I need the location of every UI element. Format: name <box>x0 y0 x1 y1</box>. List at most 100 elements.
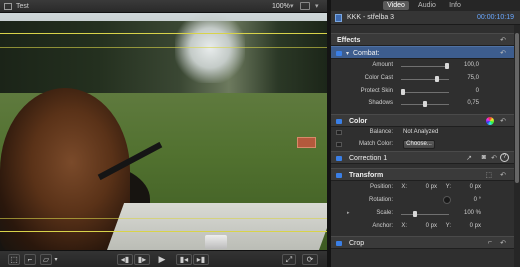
reset-icon[interactable]: ↶ <box>500 117 506 125</box>
fullscreen-view-button[interactable]: ⤢ <box>282 254 296 265</box>
tab-audio[interactable]: Audio <box>414 1 440 10</box>
crop-label: Crop <box>349 240 365 247</box>
protect-skin-value[interactable]: 0 <box>453 88 479 94</box>
balance-row: Balance: Not Analyzed <box>331 127 514 139</box>
target-marker <box>297 137 316 148</box>
balance-label: Balance: <box>369 129 393 135</box>
effect-enable-checkbox[interactable] <box>336 51 342 56</box>
position-y-label: Y: <box>445 184 451 190</box>
video-canvas[interactable] <box>0 13 327 250</box>
anchor-y-value[interactable]: 0 px <box>455 223 481 229</box>
viewer-toolbar: Test 100% ▾ ▾ <box>0 0 327 13</box>
chevron-down-icon[interactable]: ▾ <box>315 2 319 10</box>
inspector-footer <box>331 250 514 267</box>
previous-frame-button[interactable]: ◂▮ <box>117 254 133 265</box>
go-to-start-button[interactable]: ▮◂ <box>176 254 192 265</box>
crop-tool-icon[interactable]: ⌐ <box>24 254 36 265</box>
tab-video[interactable]: Video <box>383 1 409 10</box>
help-icon[interactable]: ? <box>500 153 509 162</box>
anchor-x-value[interactable]: 0 px <box>411 223 437 229</box>
color-cast-value[interactable]: 75,0 <box>453 75 479 81</box>
slider-knob[interactable] <box>423 101 427 107</box>
color-label: Color <box>349 118 368 125</box>
video-jar <box>205 235 227 249</box>
title-safe-guide-top <box>0 47 327 48</box>
safe-zone-guide-bottom <box>0 231 327 232</box>
protect-skin-row: Protect Skin 0 <box>331 86 514 98</box>
inspector-tabs: Video Audio Info <box>331 0 520 11</box>
reset-icon[interactable]: ↶ <box>500 36 506 44</box>
color-board-arrow-icon[interactable]: ↗ <box>466 154 472 162</box>
disclosure-triangle-icon[interactable]: ▾ <box>346 50 349 57</box>
position-row: Position: X: 0 px Y: 0 px <box>331 182 514 194</box>
go-to-end-button[interactable]: ▸▮ <box>193 254 209 265</box>
scale-value[interactable]: 100 % <box>455 210 481 216</box>
rotation-dial[interactable] <box>443 196 451 204</box>
next-frame-button[interactable]: ▮▸ <box>134 254 150 265</box>
color-section-header[interactable]: Color ↶ <box>331 114 514 127</box>
color-cast-slider[interactable] <box>401 76 449 82</box>
correction-section-header[interactable]: Correction 1 ↗ ◙ ↶ ? <box>331 151 514 164</box>
transform-enable-checkbox[interactable] <box>336 173 342 178</box>
transform-section-header[interactable]: Transform ⬚ ↶ <box>331 168 514 181</box>
protect-skin-slider[interactable] <box>401 89 449 95</box>
crop-section-header[interactable]: Crop ⌐ ↶ <box>331 236 514 249</box>
video-bright-sky <box>175 13 245 83</box>
effects-section-header[interactable]: Effects ↶ <box>331 33 514 46</box>
match-color-row: Match Color: Choose... <box>331 139 514 151</box>
choose-button[interactable]: Choose... <box>403 140 435 149</box>
shadows-slider[interactable] <box>401 101 449 107</box>
tab-info[interactable]: Info <box>443 1 467 10</box>
position-x-value[interactable]: 0 px <box>411 184 437 190</box>
amount-value[interactable]: 100,0 <box>453 62 479 68</box>
transform-tool-icon[interactable]: ⬚ <box>8 254 20 265</box>
crop-enable-checkbox[interactable] <box>336 241 342 246</box>
position-label: Position: <box>369 184 393 190</box>
reset-icon[interactable]: ↶ <box>500 171 506 179</box>
slider-knob[interactable] <box>435 76 439 82</box>
reset-icon[interactable]: ↶ <box>500 239 506 247</box>
correction-label: Correction 1 <box>349 155 388 162</box>
combat-effect-label: Combat: <box>353 50 380 57</box>
scale-slider[interactable] <box>401 211 449 217</box>
loop-playback-button[interactable]: ⟳ <box>302 254 318 265</box>
effects-label: Effects <box>337 37 361 44</box>
balance-checkbox[interactable] <box>336 130 342 135</box>
viewer-panel: Test 100% ▾ ▾ ⬚ ⌐ ▱ ▾ ◂▮ ▮▸ ▶ ▮◂ ▸▮ ⤢ ⟳ <box>0 0 327 267</box>
chevron-down-icon[interactable]: ▾ <box>290 2 294 10</box>
color-cast-row: Color Cast 75,0 <box>331 73 514 85</box>
chevron-down-icon[interactable]: ▾ <box>52 254 60 265</box>
title-safe-guide-bottom <box>0 218 327 219</box>
transform-onscreen-icon[interactable]: ⬚ <box>485 171 492 179</box>
anchor-label: Anchor: <box>372 223 393 229</box>
viewer-transport-bar: ⬚ ⌐ ▱ ▾ ◂▮ ▮▸ ▶ ▮◂ ▸▮ ⤢ ⟳ <box>0 250 327 267</box>
crop-onscreen-icon[interactable]: ⌐ <box>488 239 492 246</box>
protect-skin-label: Protect Skin <box>360 88 393 94</box>
fullscreen-icon[interactable] <box>4 3 12 10</box>
zoom-level-dropdown[interactable]: 100% <box>272 3 290 10</box>
mask-icon[interactable]: ◙ <box>482 154 486 161</box>
distort-tool-icon[interactable]: ▱ <box>40 254 52 265</box>
position-y-value[interactable]: 0 px <box>455 184 481 190</box>
anchor-x-label: X: <box>401 223 407 229</box>
rotation-value[interactable]: 0 ° <box>455 197 481 203</box>
inspector-scrollbar[interactable] <box>514 25 520 267</box>
slider-knob[interactable] <box>413 211 417 217</box>
amount-slider[interactable] <box>401 63 449 69</box>
clip-name: KKK - střelba 3 <box>347 14 395 21</box>
rotation-row: Rotation: 0 ° <box>331 195 514 207</box>
reset-icon[interactable]: ↶ <box>500 49 506 57</box>
slider-knob[interactable] <box>401 89 405 95</box>
scrollbar-thumb[interactable] <box>515 33 519 183</box>
reset-icon[interactable]: ↶ <box>491 154 497 162</box>
correction-enable-checkbox[interactable] <box>336 156 342 161</box>
color-enable-checkbox[interactable] <box>336 119 342 124</box>
view-options-icon[interactable] <box>300 2 310 10</box>
play-button[interactable]: ▶ <box>156 254 168 265</box>
slider-knob[interactable] <box>445 63 449 69</box>
shadows-row: Shadows 0,75 <box>331 98 514 110</box>
shadows-value[interactable]: 0,75 <box>453 100 479 106</box>
color-board-icon[interactable] <box>486 117 494 125</box>
combat-effect-header[interactable]: ▾ Combat: ↶ <box>331 46 514 59</box>
inspector-panel: Video Audio Info KKK - střelba 3 00:00:1… <box>331 0 520 267</box>
